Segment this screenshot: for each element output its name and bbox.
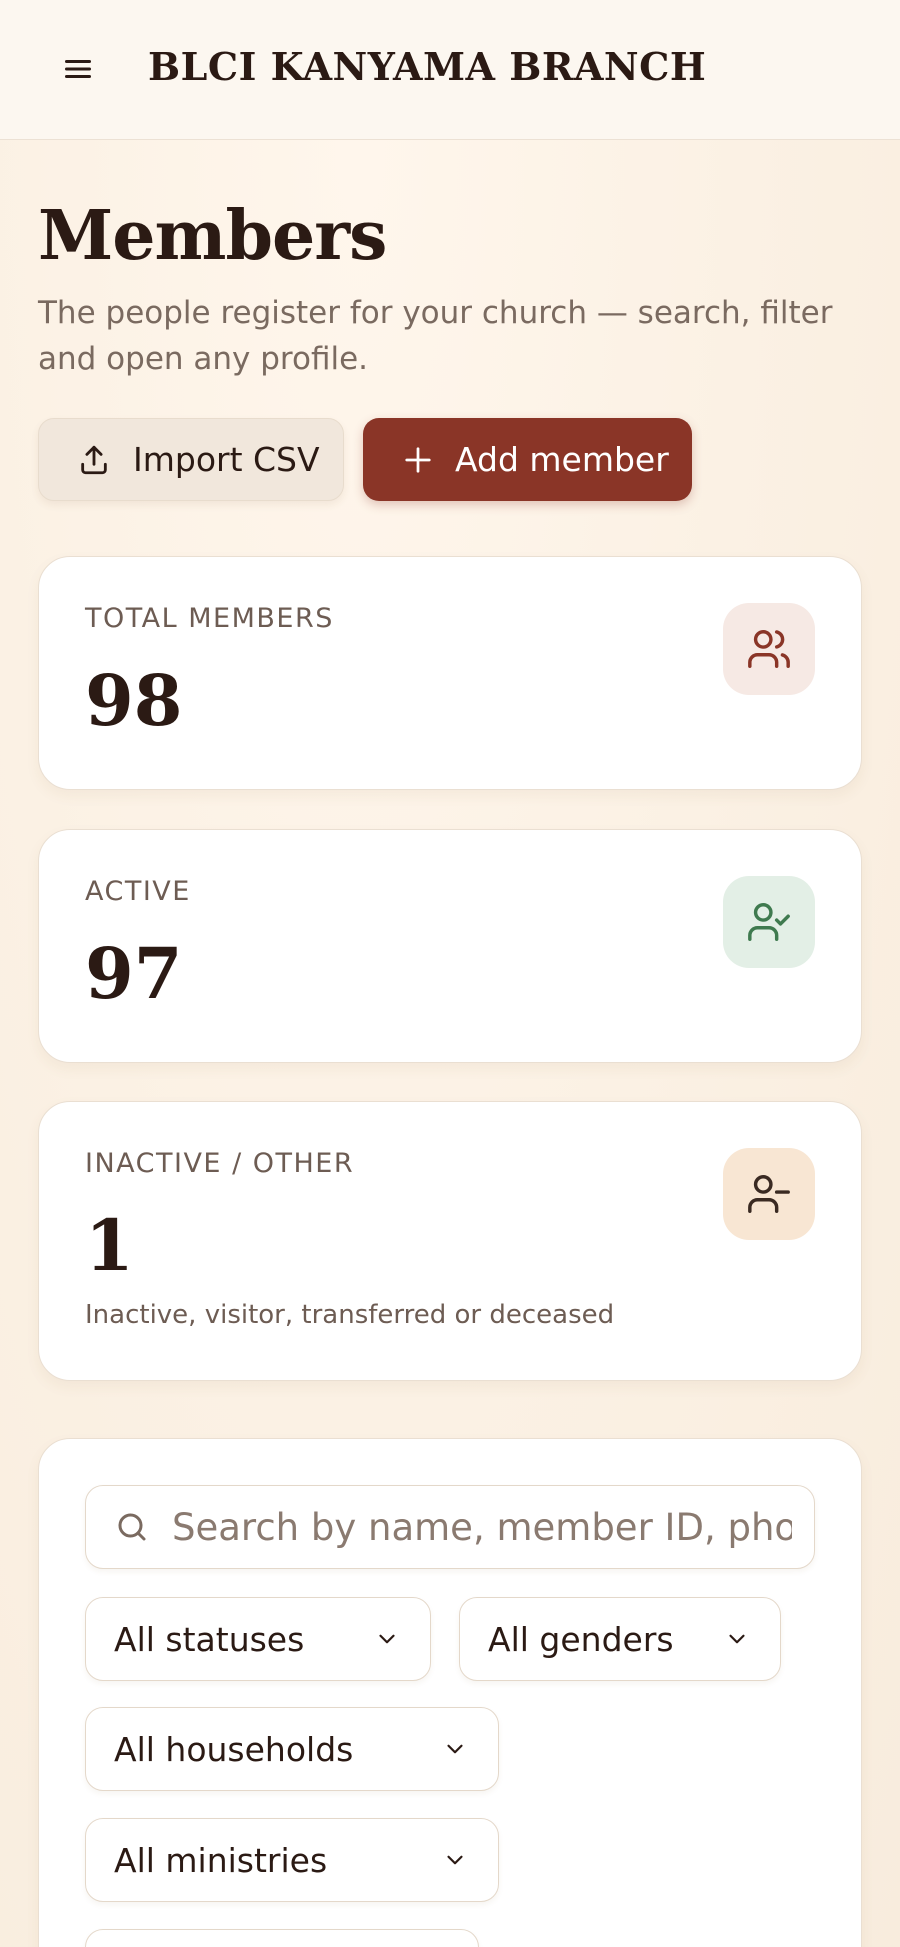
hamburger-menu-icon[interactable] [64,55,92,83]
stat-label: INACTIVE / OTHER [85,1148,355,1179]
status-filter-value: All statuses [114,1619,305,1659]
import-csv-button[interactable]: Import CSV [38,418,344,501]
stat-label: TOTAL MEMBERS [85,603,334,634]
gender-filter-value: All genders [488,1619,674,1659]
stat-card-inactive-other: INACTIVE / OTHER 1 Inactive, visitor, tr… [38,1101,862,1381]
add-member-label: Add member [455,440,669,479]
search-input[interactable] [172,1505,792,1549]
filters-card: All statuses All genders All households … [38,1438,862,1947]
household-filter-select[interactable]: All households [85,1707,499,1791]
stat-label: ACTIVE [85,876,191,907]
user-minus-icon-badge [723,1148,815,1240]
upload-icon [81,445,107,474]
chevron-down-icon [447,1855,463,1865]
top-bar: BLCI KANYAMA BRANCH [0,0,900,140]
additional-filter-select[interactable] [85,1929,479,1947]
stat-value: 98 [85,659,183,742]
users-icon-badge [723,603,815,695]
page-subtitle: The people register for your church — se… [38,295,833,377]
user-check-icon-badge [723,876,815,968]
user-minus-icon [748,1175,790,1213]
stat-value: 1 [85,1204,134,1287]
chevron-down-icon [729,1634,745,1644]
ministry-filter-value: All ministries [114,1840,328,1880]
stat-card-total-members: TOTAL MEMBERS 98 [38,556,862,790]
add-member-button[interactable]: Add member [363,418,692,501]
import-csv-label: Import CSV [133,440,320,479]
stat-card-active: ACTIVE 97 [38,829,862,1063]
gender-filter-select[interactable]: All genders [459,1597,781,1681]
user-check-icon [748,903,790,941]
household-filter-value: All households [114,1729,354,1769]
stat-value: 97 [85,932,183,1015]
ministry-filter-select[interactable]: All ministries [85,1818,499,1902]
app-title: BLCI KANYAMA BRANCH [148,44,707,89]
search-box[interactable] [85,1485,815,1569]
users-icon [748,630,790,668]
page-title: Members [38,196,387,276]
plus-icon [405,446,431,473]
status-filter-select[interactable]: All statuses [85,1597,431,1681]
search-icon [118,1513,146,1541]
chevron-down-icon [447,1744,463,1754]
stat-note: Inactive, visitor, transferred or deceas… [85,1300,615,1330]
chevron-down-icon [379,1634,395,1644]
